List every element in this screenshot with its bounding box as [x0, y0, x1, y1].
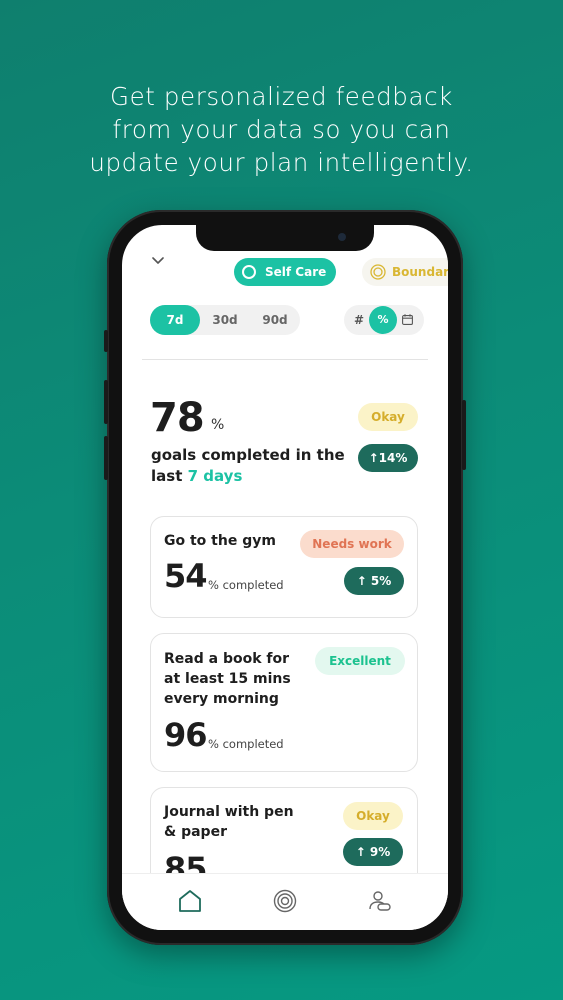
phone-volume-up — [104, 380, 108, 424]
category-pill-self-care[interactable]: Self Care — [234, 258, 336, 286]
summary-value: 78 — [150, 395, 205, 441]
change-value: 9% — [369, 845, 391, 859]
phone-volume-down — [104, 436, 108, 480]
headline-line-2: from your data so you can — [112, 115, 451, 144]
goal-card[interactable]: Go to the gym Needs work 54 % completed … — [150, 516, 418, 618]
camera-dot — [338, 233, 346, 241]
goal-suffix: % completed — [208, 737, 284, 751]
summary-label-prefix: goals completed in the last — [151, 446, 345, 485]
status-badge: Needs work — [300, 530, 404, 558]
arrow-up-icon: ↑ — [355, 845, 370, 859]
display-toggle: # % — [344, 305, 424, 335]
goal-card[interactable]: Read a book for at least 15 mins every m… — [150, 633, 418, 772]
summary-label: goals completed in the last 7 days — [151, 445, 351, 487]
range-selector: 7d 30d 90d — [150, 305, 300, 335]
phone-notch — [196, 225, 374, 251]
pill-label: Boundaries — [392, 265, 448, 279]
headline-line-3: update your plan intelligently. — [89, 148, 474, 177]
goal-value: 96 — [164, 716, 208, 754]
status-badge: Excellent — [315, 647, 405, 675]
arrow-up-icon: ↑ — [368, 451, 379, 465]
phone-power-button — [462, 400, 466, 470]
tab-7d[interactable]: 7d — [150, 305, 200, 335]
home-icon[interactable] — [177, 888, 203, 914]
goal-title-line: at least 15 mins — [164, 671, 291, 687]
tab-bar — [122, 873, 448, 930]
toggle-percent-option[interactable]: % — [369, 306, 397, 334]
goal-title: Read a book for at least 15 mins every m… — [164, 649, 291, 709]
goal-title: Journal with pen & paper — [164, 802, 294, 842]
category-pill-boundaries[interactable]: Boundaries — [362, 258, 448, 286]
change-value: 5% — [370, 574, 392, 588]
status-badge: Okay — [358, 403, 418, 431]
headline-line-1: Get personalized feedback — [110, 82, 453, 111]
goal-title-line: every morning — [164, 691, 279, 707]
status-badge: Okay — [343, 802, 403, 830]
pill-label: Self Care — [265, 265, 327, 279]
goal-title: Go to the gym — [164, 533, 276, 549]
chevron-down-icon[interactable] — [152, 255, 164, 267]
goal-title-line: & paper — [164, 824, 227, 840]
goal-title-line: Read a book for — [164, 651, 289, 667]
calendar-icon[interactable] — [402, 314, 413, 325]
divider — [142, 359, 428, 360]
change-badge: ↑14% — [358, 444, 418, 472]
change-value: 14% — [378, 451, 408, 465]
ring-icon — [242, 265, 256, 279]
summary-label-highlight: 7 days — [187, 467, 243, 485]
phone-side-button — [104, 330, 108, 352]
tab-90d[interactable]: 90d — [250, 305, 300, 335]
arrow-up-icon: ↑ — [356, 574, 371, 588]
goal-title-line: Journal with pen — [164, 804, 294, 820]
change-badge: ↑ 5% — [344, 567, 404, 595]
people-icon[interactable] — [367, 888, 393, 914]
tab-30d[interactable]: 30d — [200, 305, 250, 335]
toggle-count-option[interactable]: # — [354, 305, 364, 335]
headline: Get personalized feedback from your data… — [0, 80, 563, 179]
goal-suffix: % completed — [208, 578, 284, 592]
change-badge: ↑ 9% — [343, 838, 403, 866]
summary-unit: % — [211, 417, 225, 433]
app-screen: Self Care Boundaries 7d 30d 90d # % 78 %… — [122, 225, 448, 930]
target-icon[interactable] — [272, 888, 298, 914]
target-ring-icon — [370, 264, 386, 280]
goal-value: 54 — [164, 557, 208, 595]
